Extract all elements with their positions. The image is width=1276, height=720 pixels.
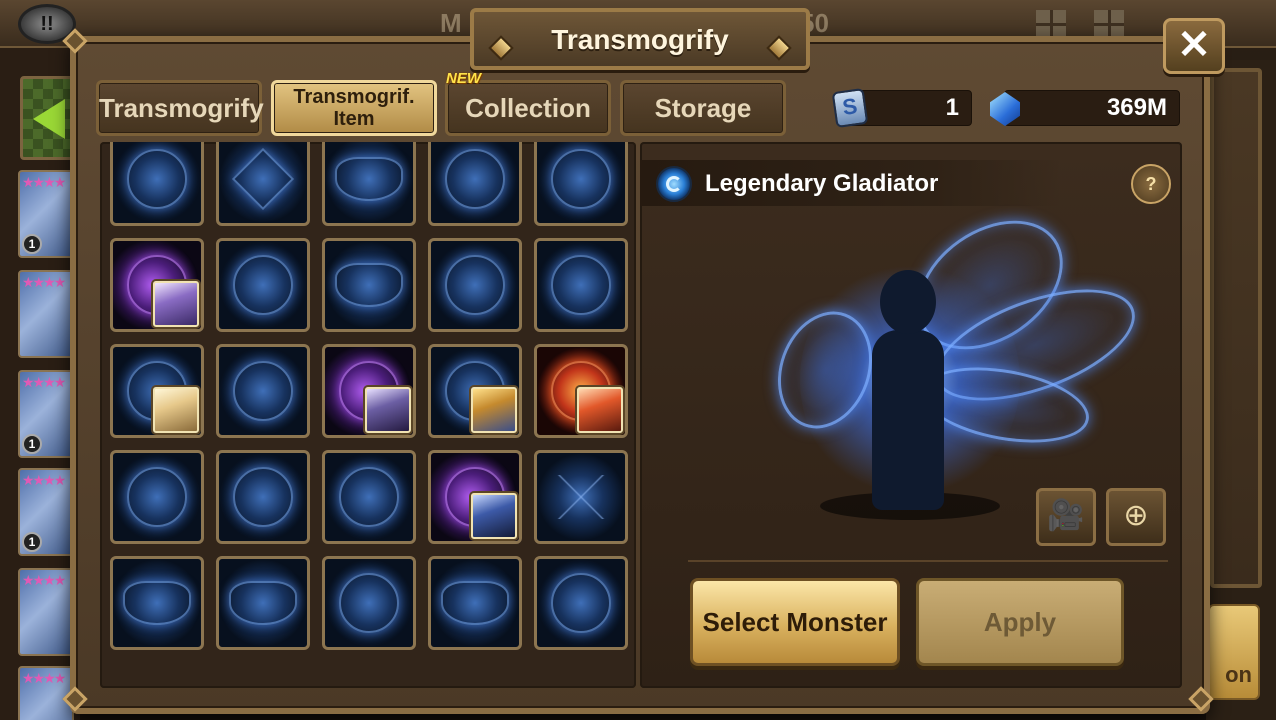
item-name: Legendary Gladiator xyxy=(705,170,939,197)
transmog-item-cell[interactable] xyxy=(216,450,310,544)
monster-portrait xyxy=(471,493,517,539)
monster-silhouette-head xyxy=(880,270,936,334)
video-camera-icon[interactable]: 🎥 xyxy=(1036,488,1096,546)
zoom-icon[interactable]: ⊕ xyxy=(1106,488,1166,546)
select-monster-button[interactable]: Select Monster xyxy=(690,578,900,666)
tab-transmogrify-item[interactable]: Transmogrif. Item xyxy=(271,80,437,136)
monster-silhouette-body xyxy=(872,330,944,510)
transmog-item-cell[interactable] xyxy=(110,450,204,544)
transmog-item-cell[interactable] xyxy=(110,556,204,650)
tab-transmogrify[interactable]: Transmogrify xyxy=(96,80,264,136)
transmog-item-cell[interactable] xyxy=(534,450,628,544)
transmog-item-cell[interactable] xyxy=(110,142,204,226)
monster-portrait xyxy=(365,387,411,433)
monster-slot[interactable]: ★★★★ 1 xyxy=(18,468,74,556)
transmog-item-cell[interactable] xyxy=(110,238,204,332)
right-info-panel xyxy=(1210,68,1262,588)
transmog-item-cell[interactable] xyxy=(322,450,416,544)
grid-view-icon-alt[interactable] xyxy=(1094,10,1124,38)
crystal-counter: 369M xyxy=(1004,90,1180,126)
help-button[interactable]: ? xyxy=(1131,164,1171,204)
title-plate: Transmogrify xyxy=(470,8,810,70)
new-badge: NEW xyxy=(446,70,481,87)
transmog-item-cell[interactable] xyxy=(428,450,522,544)
transmog-item-cell[interactable] xyxy=(534,344,628,438)
transmog-item-cell[interactable] xyxy=(216,556,310,650)
monster-slot[interactable]: ★★★★ 1 xyxy=(18,370,74,458)
transmog-item-cell[interactable] xyxy=(428,238,522,332)
transmog-item-cell[interactable] xyxy=(216,344,310,438)
dialog-title: Transmogrify xyxy=(551,24,729,55)
transmog-item-cell[interactable] xyxy=(216,142,310,226)
transmog-stone-value: 1 xyxy=(945,94,959,121)
close-button[interactable]: ✕ xyxy=(1163,18,1225,74)
monster-slot[interactable]: ★★★★ xyxy=(18,666,74,720)
tab-collection[interactable]: Collection xyxy=(445,80,611,136)
transmog-item-cell[interactable] xyxy=(534,142,628,226)
apply-button[interactable]: Apply xyxy=(916,578,1124,666)
monster-portrait xyxy=(153,387,199,433)
tab-storage[interactable]: Storage xyxy=(620,80,786,136)
transmog-item-cell[interactable] xyxy=(216,238,310,332)
divider xyxy=(688,560,1168,562)
transmog-stone-icon: S xyxy=(831,87,869,129)
transmog-item-cell[interactable] xyxy=(534,556,628,650)
transmog-item-cell[interactable] xyxy=(110,344,204,438)
transmog-swirl-icon xyxy=(656,166,692,202)
transmog-item-cell[interactable] xyxy=(428,556,522,650)
monster-portrait xyxy=(153,281,199,327)
item-grid xyxy=(100,142,636,688)
background-action-button[interactable]: on xyxy=(1208,604,1260,700)
background-title-left: M xyxy=(440,8,462,38)
transmog-item-cell[interactable] xyxy=(428,344,522,438)
monster-portrait xyxy=(471,387,517,433)
monster-slot-locked[interactable]: ★★★★ xyxy=(18,568,74,656)
monster-slot[interactable]: ★★★★ 1 xyxy=(18,170,74,258)
transmog-item-cell[interactable] xyxy=(322,142,416,226)
transmog-item-cell[interactable] xyxy=(428,142,522,226)
crystal-value: 369M xyxy=(1106,94,1167,121)
transmog-item-cell[interactable] xyxy=(534,238,628,332)
monster-portrait xyxy=(577,387,623,433)
monster-slot[interactable]: ★★★★ xyxy=(18,270,74,358)
transmog-item-cell[interactable] xyxy=(322,556,416,650)
grid-view-icon[interactable] xyxy=(1036,10,1066,38)
transmog-item-cell[interactable] xyxy=(322,344,416,438)
transmog-item-cell[interactable] xyxy=(322,238,416,332)
